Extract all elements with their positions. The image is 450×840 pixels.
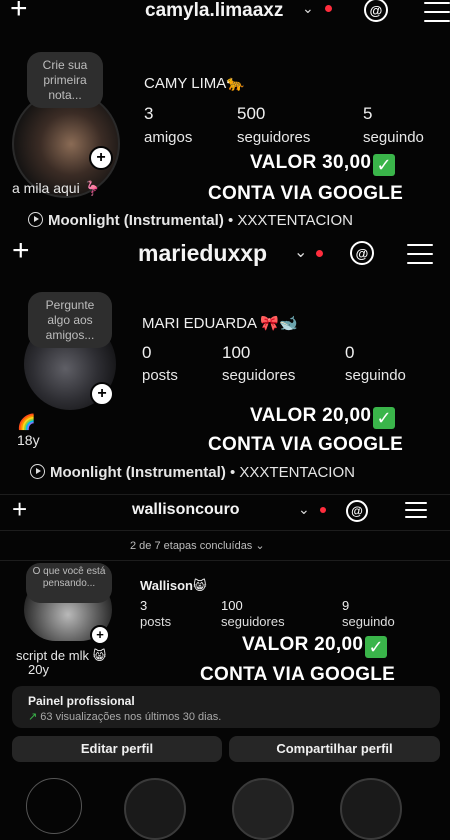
menu-icon[interactable] (424, 2, 450, 22)
stat-amigos-count[interactable]: 3 (144, 104, 153, 124)
chevron-down-icon[interactable]: ⌄ (298, 501, 310, 518)
stat-posts-count[interactable]: 0 (142, 343, 151, 363)
plus-icon[interactable]: + (12, 236, 30, 266)
stat-followers-count[interactable]: 100 (221, 598, 243, 613)
stat-following-label[interactable]: seguindo (342, 614, 395, 629)
threads-icon[interactable]: @ (346, 500, 368, 522)
note-bubble[interactable]: Pergunte algo aos amigos... (28, 292, 112, 348)
panel-subtitle: ↗ 63 visualizações nos últimos 30 dias. (28, 710, 221, 723)
play-icon (28, 212, 43, 227)
plus-icon[interactable]: + (12, 496, 27, 522)
divider (0, 530, 450, 531)
note-bubble[interactable]: O que você está pensando... (26, 563, 112, 603)
menu-icon[interactable] (407, 244, 433, 264)
chevron-down-icon: ⌄ (255, 540, 265, 552)
promo-price-text: VALOR 30,00 (250, 152, 372, 173)
check-icon: ✓ (373, 407, 396, 429)
promo-price-text: VALOR 20,00 (250, 405, 372, 426)
stat-followers-label[interactable]: seguidores (237, 129, 310, 146)
stat-following-label[interactable]: seguindo (345, 367, 406, 384)
chevron-down-icon[interactable]: ⌄ (302, 0, 314, 17)
promo-price: VALOR 20,00 ✓ (250, 405, 396, 429)
add-story-icon[interactable]: + (90, 625, 110, 645)
stat-following-count[interactable]: 9 (342, 598, 349, 613)
stat-following-count[interactable]: 5 (363, 104, 372, 124)
stat-following-label[interactable]: seguindo (363, 129, 424, 146)
add-story-icon[interactable]: + (89, 146, 113, 170)
stat-followers-label[interactable]: seguidores (221, 614, 285, 629)
display-name: MARI EDUARDA 🎀🐋 (142, 315, 298, 332)
panel-title: Painel profissional (28, 694, 135, 708)
bio-age: 18y (17, 432, 40, 448)
divider (0, 560, 450, 561)
username[interactable]: camyla.limaaxz (145, 0, 283, 22)
highlight-circle[interactable] (340, 778, 402, 840)
chevron-down-icon[interactable]: ⌄ (294, 242, 307, 262)
promo-price-text: VALOR 20,00 (242, 634, 364, 655)
steps-text: 2 de 7 etapas concluídas (130, 540, 253, 552)
display-name: Wallison😸 (140, 578, 207, 593)
notification-dot (316, 250, 323, 257)
username[interactable]: marieduxxp (138, 240, 267, 267)
new-highlight-button[interactable] (26, 778, 82, 834)
panel-subtitle-text: 63 visualizações nos últimos 30 dias. (40, 711, 222, 723)
bio-emoji: 🌈 (17, 414, 36, 431)
username[interactable]: wallisoncouro (132, 501, 240, 519)
promo-account: CONTA VIA GOOGLE (208, 434, 404, 455)
music-title: Moonlight (Instrumental) (50, 464, 226, 481)
promo-price: VALOR 30,00 ✓ (250, 152, 396, 176)
share-profile-button[interactable]: Compartilhar perfil (229, 736, 440, 762)
notification-dot (325, 5, 332, 12)
music-link[interactable]: Moonlight (Instrumental) • XXXTENTACION (28, 212, 353, 229)
highlight-circle[interactable] (124, 778, 186, 840)
divider (0, 494, 450, 495)
menu-icon[interactable] (405, 502, 427, 522)
bio-age: 20y (28, 662, 49, 677)
notification-dot (320, 507, 326, 513)
professional-dashboard[interactable]: Painel profissional ↗ 63 visualizações n… (12, 686, 440, 728)
play-icon (30, 464, 45, 479)
bio: a mila aqui 🦩 (12, 180, 102, 196)
plus-icon[interactable]: + (10, 0, 28, 24)
check-icon: ✓ (373, 154, 396, 176)
stat-posts-label[interactable]: posts (142, 367, 178, 384)
stat-followers-count[interactable]: 500 (237, 104, 265, 124)
threads-icon[interactable]: @ (350, 241, 374, 265)
stat-posts-label[interactable]: posts (140, 614, 171, 629)
stat-followers-count[interactable]: 100 (222, 343, 250, 363)
onboarding-steps[interactable]: 2 de 7 etapas concluídas ⌄ (130, 539, 265, 552)
threads-icon[interactable]: @ (364, 0, 388, 22)
edit-profile-button[interactable]: Editar perfil (12, 736, 222, 762)
highlight-circle[interactable] (232, 778, 294, 840)
stat-posts-count[interactable]: 3 (140, 598, 147, 613)
note-bubble[interactable]: Crie sua primeira nota... (27, 52, 103, 108)
stat-followers-label[interactable]: seguidores (222, 367, 295, 384)
music-artist: • XXXTENTACION (223, 212, 353, 229)
display-name: CAMY LIMA🐆 (144, 75, 245, 92)
promo-account: CONTA VIA GOOGLE (200, 664, 396, 685)
music-link[interactable]: Moonlight (Instrumental) • XXXTENTACION (30, 464, 355, 481)
add-story-icon[interactable]: + (90, 382, 114, 406)
music-title: Moonlight (Instrumental) (48, 212, 224, 229)
stat-amigos-label[interactable]: amigos (144, 129, 192, 146)
promo-account: CONTA VIA GOOGLE (208, 183, 404, 204)
stat-following-count[interactable]: 0 (345, 343, 354, 363)
music-artist: • XXXTENTACION (225, 464, 355, 481)
promo-price: VALOR 20,00 ✓ (242, 634, 388, 658)
trend-up-icon: ↗ (28, 711, 38, 723)
check-icon: ✓ (365, 636, 388, 658)
